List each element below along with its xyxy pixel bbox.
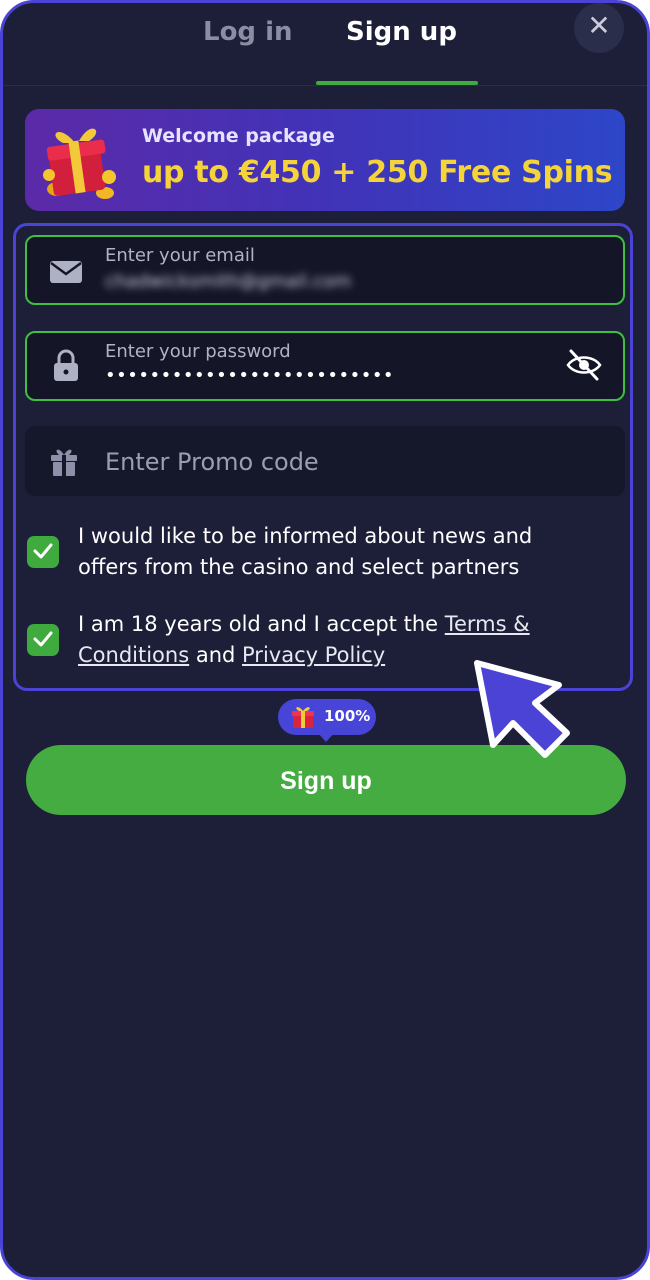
checkmark-icon	[33, 543, 53, 559]
close-icon: ✕	[587, 9, 611, 42]
checkmark-icon	[33, 631, 53, 647]
privacy-policy-link[interactable]: Privacy Policy	[242, 643, 385, 667]
promo-field[interactable]	[25, 426, 625, 496]
signup-modal: Log in Sign up ✕ Welcome package up to €…	[0, 0, 650, 1280]
promo-code-input[interactable]	[103, 444, 587, 480]
pointer-arrow-icon	[474, 660, 570, 758]
active-tab-indicator	[316, 81, 478, 85]
news-consent-checkbox[interactable]	[27, 536, 59, 568]
email-field[interactable]: Enter your email chadwicksmith@gmail.com	[25, 235, 625, 305]
gift-icon	[292, 707, 314, 728]
bonus-badge-text: 100%	[324, 707, 371, 725]
terms-text-before: I am 18 years old and I accept the	[78, 612, 445, 636]
close-button[interactable]: ✕	[574, 3, 624, 53]
welcome-banner: Welcome package up to €450 + 250 Free Sp…	[25, 109, 625, 211]
password-field[interactable]: Enter your password ••••••••••••••••••••…	[25, 331, 625, 401]
news-consent-label: I would like to be informed about news a…	[78, 524, 533, 579]
auth-tabs: Log in Sign up	[3, 3, 647, 86]
password-label: Enter your password	[105, 341, 291, 362]
tab-signup[interactable]: Sign up	[346, 17, 457, 47]
password-value: ••••••••••••••••••••••••••	[105, 365, 395, 386]
bonus-badge: 100%	[278, 699, 376, 742]
banner-offer: up to €450 + 250 Free Spins	[142, 155, 613, 190]
gift-icon	[51, 449, 77, 476]
email-label: Enter your email	[105, 245, 255, 266]
email-value: chadwicksmith@gmail.com	[105, 271, 352, 292]
gift-box-icon	[43, 128, 116, 199]
envelope-icon	[50, 261, 82, 283]
lock-icon	[54, 349, 78, 381]
eye-hidden-icon[interactable]	[565, 347, 603, 383]
terms-text-middle: and	[189, 643, 243, 667]
terms-consent-checkbox[interactable]	[27, 624, 59, 656]
tab-login[interactable]: Log in	[203, 17, 293, 47]
banner-label: Welcome package	[142, 125, 335, 147]
